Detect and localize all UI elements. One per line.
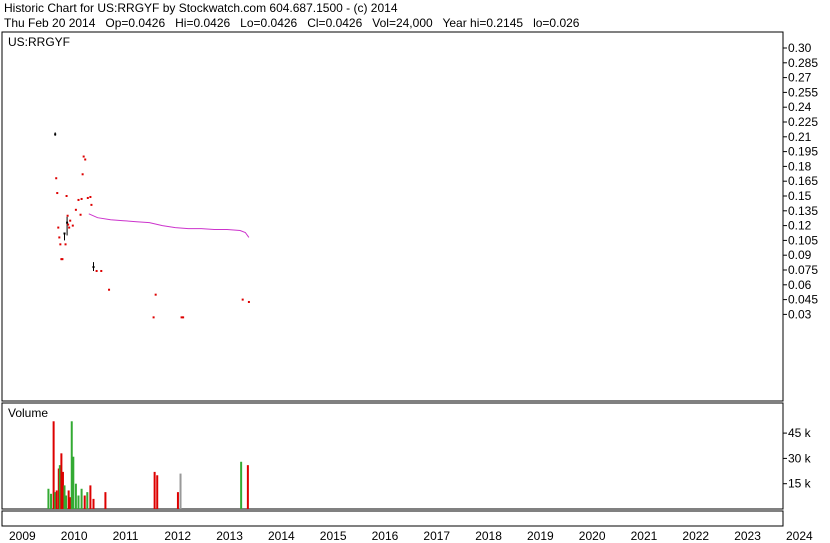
volume-bar bbox=[89, 485, 92, 509]
volume-bar bbox=[86, 492, 89, 509]
year-label: 2019 bbox=[527, 529, 554, 543]
price-point bbox=[82, 155, 85, 158]
price-tick-label: 0.225 bbox=[788, 115, 818, 129]
price-tick-label: 0.06 bbox=[788, 278, 812, 292]
price-point bbox=[241, 298, 244, 301]
price-point bbox=[100, 269, 103, 272]
price-point bbox=[92, 266, 95, 269]
price-point bbox=[56, 192, 59, 195]
year-label: 2015 bbox=[320, 529, 347, 543]
price-point bbox=[69, 219, 72, 222]
price-panel bbox=[1, 31, 784, 402]
price-point bbox=[66, 214, 69, 217]
price-tick-label: 0.195 bbox=[788, 145, 818, 159]
volume-tick-label: 45 k bbox=[788, 426, 812, 440]
price-point bbox=[84, 158, 87, 161]
year-label: 2016 bbox=[372, 529, 399, 543]
price-point bbox=[65, 195, 68, 197]
year-label: 2011 bbox=[113, 529, 139, 543]
price-point bbox=[68, 226, 71, 229]
price-tick-label: 0.09 bbox=[788, 248, 812, 262]
volume-bar bbox=[50, 493, 53, 509]
year-label: 2009 bbox=[9, 529, 36, 543]
price-tick-label: 0.24 bbox=[788, 100, 812, 114]
price-tick-label: 0.27 bbox=[788, 71, 812, 85]
volume-bar bbox=[246, 465, 249, 509]
price-point bbox=[57, 226, 60, 229]
volume-bar bbox=[156, 475, 159, 509]
price-point bbox=[61, 258, 64, 261]
price-tick-label: 0.30 bbox=[788, 41, 812, 55]
price-tick-label: 0.075 bbox=[788, 263, 818, 277]
price-tick-label: 0.15 bbox=[788, 189, 812, 203]
volume-panel bbox=[1, 402, 784, 510]
year-label: 2020 bbox=[579, 529, 606, 543]
volume-bar bbox=[92, 498, 95, 509]
price-point bbox=[152, 316, 155, 319]
price-point bbox=[86, 196, 89, 199]
price-tick-label: 0.18 bbox=[788, 159, 812, 173]
volume-bar bbox=[104, 492, 107, 509]
price-point bbox=[77, 198, 80, 201]
price-tick-label: 0.135 bbox=[788, 204, 818, 218]
price-tick-label: 0.12 bbox=[788, 219, 812, 233]
price-point bbox=[182, 316, 185, 319]
volume-bar bbox=[153, 471, 156, 509]
price-point bbox=[108, 288, 111, 291]
volume-bar bbox=[83, 495, 86, 509]
price-point bbox=[81, 173, 84, 176]
price-tick-label: 0.285 bbox=[788, 56, 818, 70]
year-label: 2013 bbox=[216, 529, 243, 543]
price-point bbox=[74, 208, 77, 211]
price-tick-label: 0.255 bbox=[788, 85, 818, 99]
symbol-label: US:RRGYF bbox=[8, 35, 70, 49]
price-point bbox=[66, 221, 69, 224]
volume-bar bbox=[47, 488, 50, 509]
price-point bbox=[79, 213, 82, 216]
price-point bbox=[59, 243, 62, 246]
volume-bar bbox=[74, 483, 77, 509]
price-point bbox=[90, 203, 93, 206]
volume-tick-label: 30 k bbox=[788, 451, 812, 465]
year-axis-panel bbox=[1, 510, 784, 527]
volume-bar bbox=[176, 492, 179, 509]
volume-tick-label: 15 k bbox=[788, 477, 812, 491]
price-point bbox=[95, 269, 98, 272]
volume-bar bbox=[55, 490, 58, 509]
year-label: 2018 bbox=[475, 529, 502, 543]
year-label: 2023 bbox=[734, 529, 761, 543]
price-tick-label: 0.21 bbox=[788, 130, 812, 144]
price-point bbox=[55, 177, 58, 180]
stock-chart: 2009 2010 2011 2012 2013 2014 2015 2016 2017 2018… bbox=[1, 31, 818, 543]
volume-bar bbox=[65, 495, 68, 509]
price-point bbox=[71, 224, 74, 227]
price-point bbox=[64, 243, 67, 246]
price-tick-label: 0.165 bbox=[788, 174, 818, 188]
price-tick-label: 0.105 bbox=[788, 233, 818, 247]
year-label: 2022 bbox=[682, 529, 709, 543]
year-label: 2010 bbox=[61, 529, 88, 543]
year-label: 2017 bbox=[423, 529, 450, 543]
year-label: 2012 bbox=[164, 529, 191, 543]
price-tick-label: 0.03 bbox=[788, 307, 812, 321]
volume-bar bbox=[77, 495, 80, 509]
year-label: 2014 bbox=[268, 529, 295, 543]
price-point bbox=[63, 232, 66, 235]
volume-bar bbox=[80, 488, 83, 509]
volume-bar bbox=[72, 456, 75, 509]
year-label: 2024 bbox=[786, 529, 813, 543]
price-tick-label: 0.045 bbox=[788, 293, 818, 307]
volume-bar bbox=[240, 461, 243, 509]
year-label: 2021 bbox=[631, 529, 658, 543]
price-point bbox=[154, 293, 157, 296]
price-point bbox=[67, 223, 70, 226]
price-point bbox=[58, 236, 61, 239]
volume-bar bbox=[179, 473, 182, 509]
volume-label: Volume bbox=[8, 406, 48, 420]
price-point bbox=[80, 197, 83, 200]
price-point bbox=[54, 133, 57, 136]
price-point bbox=[247, 300, 250, 303]
price-point bbox=[89, 195, 92, 198]
